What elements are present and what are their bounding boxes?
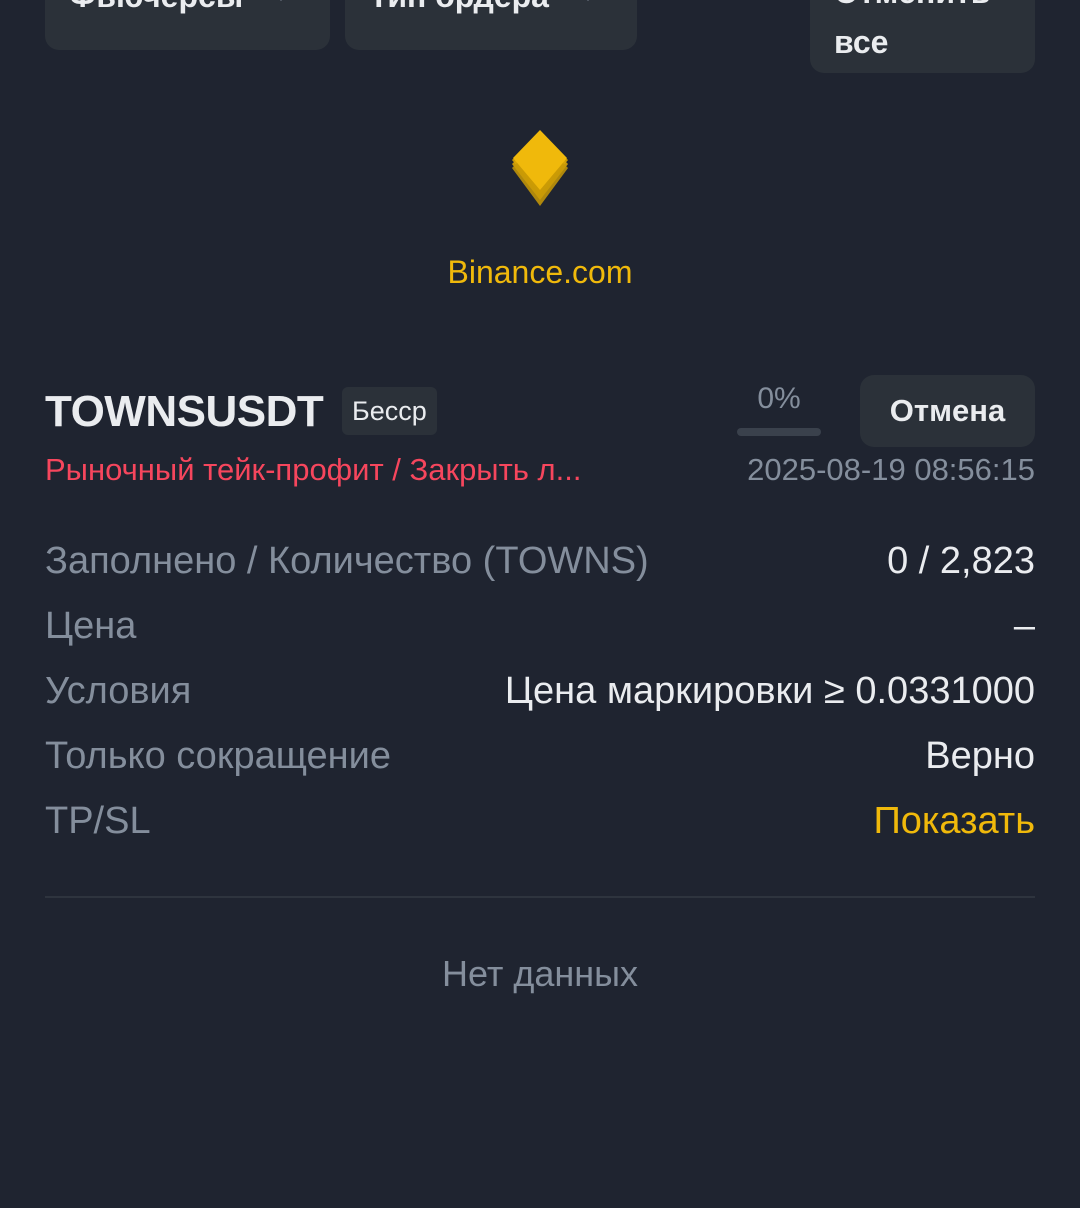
detail-value: – (1013, 605, 1035, 647)
futures-filter-dropdown[interactable]: Фьючерсы (45, 0, 330, 50)
detail-key: Только сокращение (45, 735, 392, 777)
brand-name: Binance.com (447, 254, 633, 290)
cancel-all-label-line1: Отменить (834, 0, 990, 12)
detail-row-reduce-only: Только сокращение Верно (45, 730, 1035, 782)
cancel-order-button[interactable]: Отмена (860, 375, 1035, 447)
detail-value: Цена маркировки ≥ 0.0331000 (504, 670, 1035, 712)
empty-state-text: Нет данных (442, 953, 638, 994)
chevron-down-icon (271, 0, 291, 1)
divider (45, 896, 1035, 898)
order-type-filter-dropdown[interactable]: Тип ордера (345, 0, 637, 50)
detail-row-tpsl: TP/SL Показать (45, 795, 1035, 847)
order-timestamp: 2025-08-19 08:56:15 (747, 452, 1035, 487)
detail-value: 0 / 2,823 (887, 540, 1035, 582)
detail-row-filled-quantity: Заполнено / Количество (TOWNS) 0 / 2,823 (45, 535, 1035, 587)
fill-progress-bar (737, 428, 821, 436)
show-tpsl-link[interactable]: Показать (873, 795, 1035, 847)
detail-value: Верно (925, 735, 1035, 777)
fill-progress-label: 0% (757, 382, 801, 415)
detail-key: Цена (45, 605, 137, 647)
order-type-text: Рыночный тейк-профит / Закрыть л... (45, 452, 582, 487)
cancel-all-button[interactable]: Отменить все (810, 0, 1035, 73)
detail-row-conditions: Условия Цена маркировки ≥ 0.0331000 (45, 665, 1035, 717)
detail-key: Условия (45, 670, 192, 712)
cancel-all-label-line2: все (834, 24, 889, 60)
chevron-down-icon (578, 0, 598, 1)
binance-logo-icon (512, 130, 568, 206)
detail-key: TP/SL (45, 800, 151, 842)
detail-key: Заполнено / Количество (TOWNS) (45, 540, 649, 582)
detail-row-price: Цена – (45, 600, 1035, 652)
futures-filter-label: Фьючерсы (69, 0, 243, 18)
contract-type-badge: Бесср (342, 387, 437, 435)
order-symbol[interactable]: TOWNSUSDT (45, 384, 324, 440)
order-type-filter-label: Тип ордера (369, 0, 549, 18)
